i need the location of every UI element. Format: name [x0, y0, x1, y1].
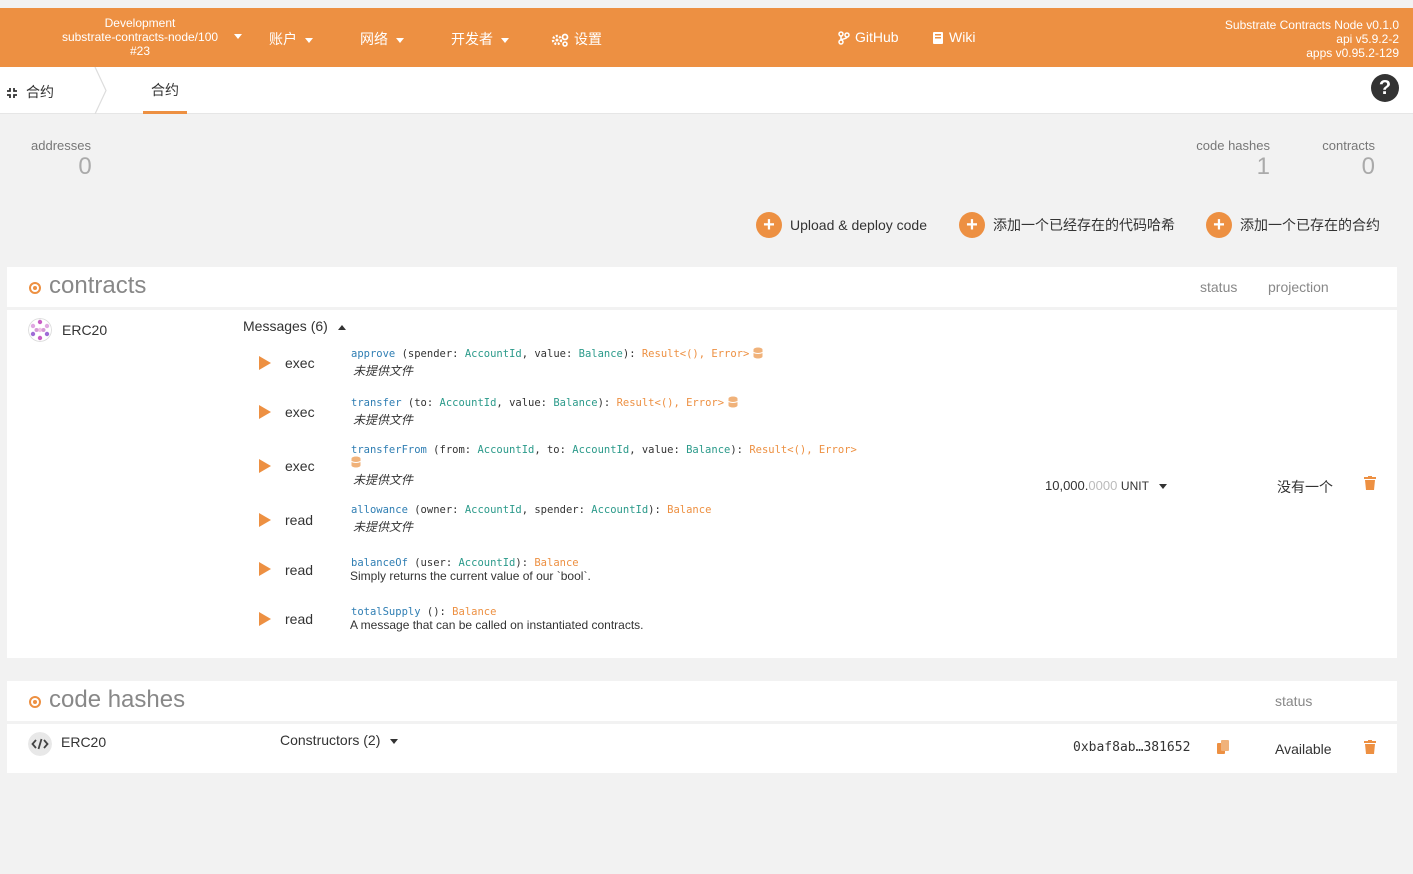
message-doc: 未提供文件: [353, 364, 414, 378]
code-hash-row: ERC20 Constructors (2) 0xbaf8ab…381652 A…: [7, 724, 1397, 773]
identicon-avatar[interactable]: [28, 318, 52, 342]
nav-github-link[interactable]: GitHub: [838, 29, 899, 45]
nav-developer[interactable]: 开发者: [451, 29, 509, 49]
column-projection: projection: [1268, 279, 1329, 295]
compress-icon: [7, 88, 17, 98]
messages-toggle[interactable]: Messages (6): [243, 318, 346, 334]
code-branch-icon: [838, 31, 850, 45]
summary-addresses: addresses 0: [31, 138, 92, 180]
message-kind-button[interactable]: exec: [285, 458, 315, 474]
message-signature: totalSupply (): Balance: [351, 606, 497, 618]
message-kind-button[interactable]: read: [285, 512, 313, 528]
breadcrumb-separator: [94, 67, 107, 114]
nav-wiki-link[interactable]: Wiki: [932, 29, 975, 45]
message-signature: transferFrom (from: AccountId, to: Accou…: [351, 444, 857, 456]
message-signature: approve (spender: AccountId, value: Bala…: [351, 347, 764, 361]
contract-row: ERC20 Messages (6) exec approve (spender…: [7, 310, 1397, 658]
message-doc: Simply returns the current value of our …: [350, 569, 591, 583]
version-info: Substrate Contracts Node v0.1.0 api v5.9…: [1224, 18, 1399, 60]
nav-accounts[interactable]: 账户: [269, 29, 313, 49]
message-signature: transfer (to: AccountId, value: Balance)…: [351, 396, 738, 410]
message-signature: allowance (owner: AccountId, spender: Ac…: [351, 504, 712, 516]
chain-selector[interactable]: Development substrate-contracts-node/100…: [50, 16, 230, 58]
top-navbar: Development substrate-contracts-node/100…: [0, 8, 1413, 67]
plus-icon: +: [756, 212, 782, 238]
book-icon: [933, 32, 943, 44]
trash-icon[interactable]: [1364, 740, 1376, 754]
copy-icon[interactable]: [1217, 740, 1229, 754]
play-icon[interactable]: [259, 513, 271, 527]
column-status: status: [1275, 693, 1313, 709]
play-icon[interactable]: [259, 612, 271, 626]
chevron-down-icon: [390, 738, 399, 744]
plus-icon: +: [1206, 212, 1232, 238]
play-icon[interactable]: [259, 562, 271, 576]
add-code-hash-button[interactable]: + 添加一个已经存在的代码哈希: [959, 212, 1175, 238]
message-doc: 未提供文件: [353, 413, 414, 427]
trash-icon[interactable]: [1364, 476, 1376, 490]
upload-deploy-button[interactable]: + Upload & deploy code: [756, 212, 927, 238]
help-icon[interactable]: ?: [1371, 74, 1399, 102]
tab-contracts[interactable]: 合约: [143, 67, 187, 114]
sub-navbar: 合约 合约 ?: [0, 67, 1413, 114]
add-contract-button[interactable]: + 添加一个已存在的合约: [1206, 212, 1380, 238]
play-icon[interactable]: [259, 405, 271, 419]
code-hash-value: 0xbaf8ab…381652: [1073, 740, 1191, 755]
balance-selector[interactable]: 10,000.0000 UNIT: [1045, 478, 1167, 493]
message-doc: A message that can be called on instanti…: [350, 618, 644, 632]
summary-code-hashes: code hashes 1: [1196, 138, 1270, 180]
code-icon: [28, 732, 52, 756]
chain-block: #23: [129, 44, 151, 58]
message-kind-button[interactable]: exec: [285, 355, 315, 371]
chevron-down-icon: [305, 37, 313, 43]
message-kind-button[interactable]: read: [285, 611, 313, 627]
contracts-title: contracts: [49, 272, 147, 299]
chevron-up-icon: [337, 324, 346, 330]
database-icon: [728, 396, 738, 408]
chain-node: substrate-contracts-node/100: [61, 30, 219, 44]
contracts-table-header: contracts status projection: [7, 267, 1397, 307]
projection-value: 没有一个: [1277, 479, 1333, 495]
column-status: status: [1200, 279, 1238, 295]
chevron-down-icon[interactable]: [234, 34, 242, 39]
database-icon: [753, 347, 764, 359]
message-kind-button[interactable]: read: [285, 562, 313, 578]
chevron-down-icon: [501, 37, 509, 43]
play-icon[interactable]: [259, 459, 271, 473]
plus-icon: +: [959, 212, 985, 238]
code-hashes-table-header: code hashes status: [7, 681, 1397, 721]
message-signature: balanceOf (user: AccountId): Balance: [351, 557, 579, 569]
gears-icon: [551, 33, 569, 47]
play-icon[interactable]: [259, 356, 271, 370]
section-title: 合约: [6, 82, 54, 102]
code-hashes-title: code hashes: [49, 686, 186, 713]
nav-settings[interactable]: 设置: [551, 29, 602, 49]
code-name: ERC20: [61, 734, 107, 750]
message-doc: 未提供文件: [353, 473, 414, 487]
chain-name: Development: [104, 16, 176, 30]
database-icon: [351, 456, 361, 468]
badge-dot-icon: [29, 696, 41, 708]
badge-dot-icon: [29, 282, 41, 294]
chevron-down-icon: [1158, 484, 1167, 490]
status-value: Available: [1275, 741, 1332, 757]
chevron-down-icon: [396, 37, 404, 43]
message-doc: 未提供文件: [353, 520, 414, 534]
summary-contracts: contracts 0: [1322, 138, 1375, 180]
nav-network[interactable]: 网络: [360, 29, 404, 49]
message-kind-button[interactable]: exec: [285, 404, 315, 420]
contract-name: ERC20: [62, 322, 108, 338]
constructors-toggle[interactable]: Constructors (2): [280, 732, 399, 748]
